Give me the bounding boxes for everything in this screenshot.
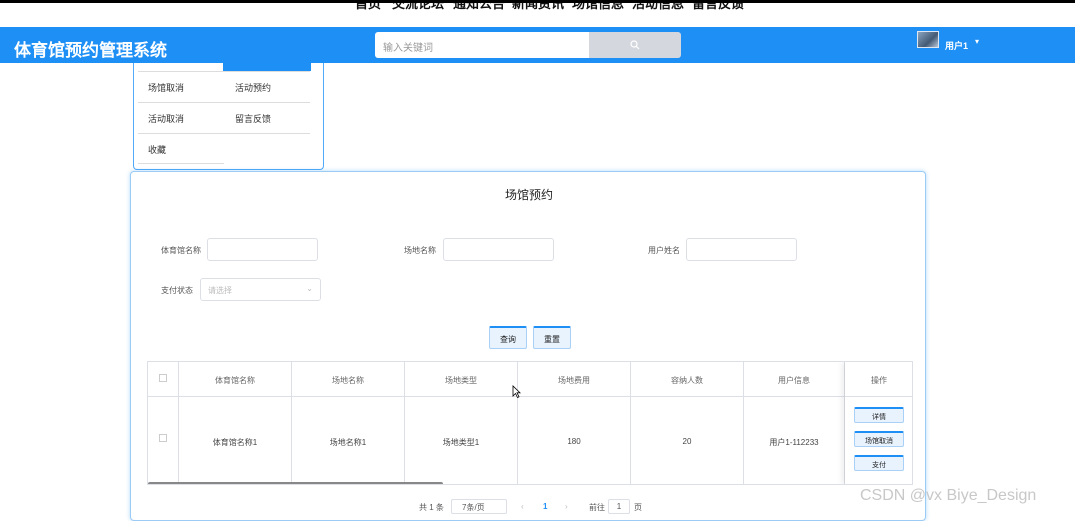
cancel-venue-button[interactable]: 场馆取消 <box>854 431 904 447</box>
menu-item-feedback[interactable]: 留言反馈 <box>235 112 271 125</box>
page-unit-label: 页 <box>634 503 642 512</box>
col-header-gym-name[interactable]: 体育馆名称 <box>179 362 292 397</box>
booking-card: 场馆预约 体育馆名称 场地名称 用户姓名 支付状态 请选择 ⌄ 查询 重置 体育… <box>130 171 926 521</box>
page-size-select[interactable]: 7条/页 <box>451 499 507 514</box>
venue-name-label: 场地名称 <box>404 246 436 255</box>
actions-column: 操作 详情 场馆取消 支付 <box>845 362 912 484</box>
row-checkbox-cell <box>148 397 179 484</box>
pay-status-select[interactable]: 请选择 ⌄ <box>200 278 321 301</box>
pagination-total: 共 1 条 <box>419 503 444 512</box>
current-page[interactable]: 1 <box>543 502 547 511</box>
cell-venue-name: 场地名称1 <box>292 397 405 484</box>
col-header-user-info[interactable]: 用户信息 <box>744 362 845 397</box>
cell-user-info: 用户1-112233 <box>744 397 845 484</box>
header-bar: 体育馆预约管理系统 输入关键词 用户1 ▾ <box>0 27 1075 63</box>
search-input[interactable]: 输入关键词 <box>375 32 589 58</box>
select-all-checkbox[interactable] <box>159 374 167 382</box>
pay-status-label: 支付状态 <box>161 286 193 295</box>
menu-active-indicator <box>223 63 311 71</box>
avatar[interactable] <box>917 31 939 48</box>
col-header-venue-type[interactable]: 场地类型 <box>405 362 518 397</box>
pay-button[interactable]: 支付 <box>854 455 904 471</box>
gym-name-input[interactable] <box>207 238 318 261</box>
search-icon <box>630 40 640 50</box>
top-nav: 首页 交流论坛 通知公告 新闻资讯 场馆信息 活动信息 留言反馈 <box>0 0 1075 27</box>
nav-news[interactable]: 新闻资讯 <box>512 3 564 12</box>
nav-home[interactable]: 首页 <box>355 3 381 12</box>
user-menu-panel: 场馆取消 活动预约 活动取消 留言反馈 收藏 <box>133 63 324 170</box>
user-name-label: 用户姓名 <box>648 246 680 255</box>
cell-fee: 180 <box>518 397 631 484</box>
menu-item-activity-booking[interactable]: 活动预约 <box>235 81 271 94</box>
col-header-capacity[interactable]: 容纳人数 <box>631 362 744 397</box>
cell-capacity: 20 <box>631 397 744 484</box>
watermark: CSDN @vx Biye_Design <box>860 487 1037 504</box>
nav-activities[interactable]: 活动信息 <box>632 3 684 12</box>
reset-button[interactable]: 重置 <box>533 326 571 349</box>
prev-page-button[interactable]: ‹ <box>521 502 524 511</box>
gym-name-label: 体育馆名称 <box>161 246 201 255</box>
horizontal-scrollbar[interactable] <box>148 482 443 484</box>
col-header-fee[interactable]: 场地费用 <box>518 362 631 397</box>
venue-name-input[interactable] <box>443 238 554 261</box>
col-header-venue-name[interactable]: 场地名称 <box>292 362 405 397</box>
col-header-actions: 操作 <box>845 362 912 397</box>
goto-page-input[interactable]: 1 <box>608 499 630 514</box>
chevron-down-icon: ⌄ <box>306 284 313 293</box>
divider <box>138 71 310 72</box>
cell-venue-type: 场地类型1 <box>405 397 518 484</box>
page-title: 场馆预约 <box>504 188 553 202</box>
nav-forum[interactable]: 交流论坛 <box>392 3 444 12</box>
details-button[interactable]: 详情 <box>854 407 904 423</box>
divider <box>138 102 310 103</box>
cell-gym-name: 体育馆名称1 <box>179 397 292 484</box>
chevron-down-icon[interactable]: ▾ <box>975 37 979 46</box>
nav-venues[interactable]: 场馆信息 <box>572 3 624 12</box>
menu-item-activity-cancel[interactable]: 活动取消 <box>148 112 184 125</box>
divider <box>138 163 224 164</box>
booking-table: 体育馆名称 场地名称 场地类型 场地费用 容纳人数 用户信息 体育馆名称1 场地… <box>147 361 913 485</box>
nav-notices[interactable]: 通知公告 <box>453 3 505 12</box>
query-button[interactable]: 查询 <box>489 326 527 349</box>
page-size-value: 7条/页 <box>462 503 485 512</box>
divider <box>138 133 310 134</box>
user-name[interactable]: 用户1 <box>945 39 968 52</box>
pay-status-placeholder: 请选择 <box>208 286 232 295</box>
next-page-button[interactable]: › <box>565 502 568 511</box>
mouse-cursor-icon <box>512 385 521 398</box>
user-name-input[interactable] <box>686 238 797 261</box>
goto-label: 前往 <box>589 503 605 512</box>
menu-item-venue-cancel[interactable]: 场馆取消 <box>148 81 184 94</box>
row-checkbox[interactable] <box>159 434 167 442</box>
nav-feedback[interactable]: 留言反馈 <box>692 3 744 12</box>
header-checkbox-cell <box>148 362 179 397</box>
menu-item-favorites[interactable]: 收藏 <box>148 143 166 156</box>
search-button[interactable] <box>589 32 681 58</box>
site-brand[interactable]: 体育馆预约管理系统 <box>14 36 167 61</box>
